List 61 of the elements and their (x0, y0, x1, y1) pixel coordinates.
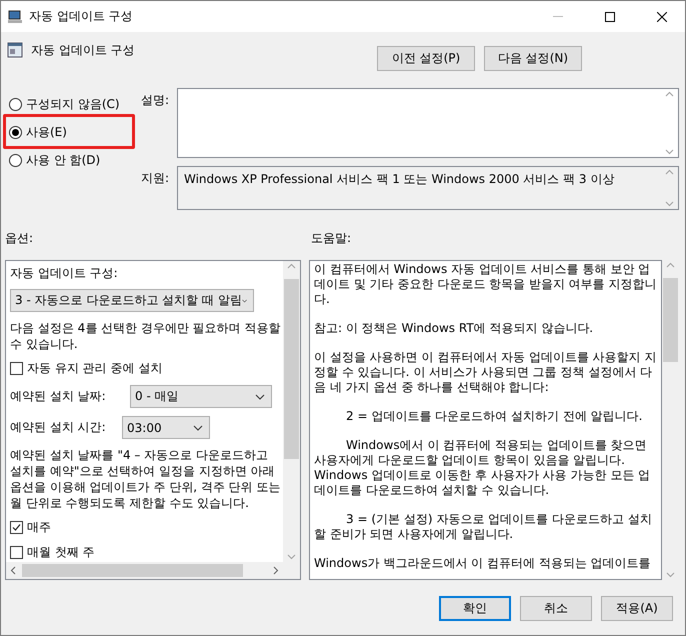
cancel-button[interactable]: 취소 (520, 596, 592, 621)
scroll-left-icon[interactable] (10, 566, 16, 575)
ok-button[interactable]: 확인 (439, 596, 511, 621)
help-paragraph: 이 설정을 사용하면 이 컴퓨터에서 자동 업데이트를 사용할지 지정할 수 있습니다. 이 서비스가 사용되면 그룹 정책 설정에서 다음 네 가지 옵션 중 하나를 선택해야 합니다: (314, 350, 657, 395)
section-label: 옵션: (5, 230, 34, 247)
settings-window-icon (7, 42, 23, 58)
schedule-dropdown[interactable]: 0 - 매일 (130, 385, 272, 408)
field-label: 설명: (141, 92, 170, 109)
radio-button[interactable] (9, 98, 22, 110)
vertical-scrollbar[interactable] (283, 261, 300, 562)
field-label: 지원: (141, 170, 170, 187)
scroll-down-icon[interactable] (665, 149, 674, 155)
help-paragraph: Windows에서 이 컴퓨터에 적용되는 업데이트를 찾으면 사용자에게 다운로드할 업데이트 항목이 있음을 알립니다. Windows 업데이트로 이동한 후 사용자가 사용 가능한 모든 업데이트를 다운로드하여 설치할 수 있습니다. (314, 438, 652, 498)
help-paragraph: 참고: 이 정책은 Windows RT에 적용되지 않습니다. (314, 321, 594, 336)
checkbox[interactable] (10, 546, 23, 559)
caret-icon (242, 298, 247, 304)
scroll-thumb[interactable] (22, 564, 243, 577)
computer-icon (7, 8, 23, 24)
maximize-icon[interactable] (605, 12, 615, 22)
radio-button[interactable] (9, 154, 22, 166)
help-paragraph: 3 = (기본 설정) 자동으로 업데이트를 다운로드하고 설치할 준비가 되면 사용자에게 알립니다. (314, 512, 653, 542)
scroll-up-icon[interactable] (666, 262, 675, 268)
checkbox-label: 매주 (27, 519, 51, 536)
radio-button[interactable] (9, 126, 22, 138)
section-label: 도움말: (311, 230, 352, 247)
option-label: 자동 업데이트 구성: (10, 265, 119, 281)
option-description: 다음 설정은 4를 선택한 경우에만 필요하며 적용할 수 있습니다. (10, 320, 281, 352)
scroll-up-icon[interactable] (665, 169, 674, 175)
caret-icon (193, 424, 203, 430)
checkbox[interactable] (10, 521, 23, 534)
radio-label: 사용 안 함(D) (26, 152, 100, 168)
checkbox-label: 자동 유지 관리 중에 설치 (27, 360, 162, 377)
close-icon[interactable] (657, 12, 667, 22)
window-title: 자동 업데이트 구성 (29, 8, 134, 25)
scroll-thumb[interactable] (663, 278, 678, 362)
apply-button[interactable]: 적용(A) (601, 596, 673, 621)
radio-label: 구성되지 않음(C) (26, 96, 120, 112)
help-paragraph: 2 = 업데이트를 다운로드하여 설치하기 전에 알립니다. (345, 409, 644, 424)
next-setting-button[interactable]: 다음 설정(N) (484, 46, 582, 71)
checkbox[interactable] (10, 362, 23, 375)
policy-title: 자동 업데이트 구성 (31, 42, 135, 59)
scroll-down-icon[interactable] (666, 572, 675, 578)
update-mode-dropdown[interactable]: 3 - 자동으로 다운로드하고 설치할 때 알림 (10, 289, 254, 312)
scroll-down-icon[interactable] (287, 554, 296, 560)
checkbox-label: 매월 첫째 주 (27, 544, 95, 561)
option-label: 예약된 설치 날짜: (10, 388, 107, 405)
supported-text: Windows XP Professional 서비스 팩 1 또는 Windows 2000 서비스 팩 3 이상 (183, 171, 616, 188)
scroll-thumb[interactable] (284, 279, 299, 459)
caret-icon (255, 394, 265, 400)
comment-field[interactable] (177, 88, 679, 158)
help-paragraph: Windows가 백그라운드에서 이 컴퓨터에 적용되는 업데이트를 (314, 556, 652, 571)
schedule-dropdown[interactable]: 03:00 (122, 416, 210, 439)
option-description: 예약된 설치 날짜를 "4 – 자동으로 다운로드하고 설치를 예약"으로 선택하여 일정을 지정하면 아래 옵션을 이용해 업데이트가 주 단위, 격주 단위 또는 월 단위로 수행되도록 제한할 수도 있습니다. (10, 447, 281, 511)
help-paragraph: 이 컴퓨터에서 Windows 자동 업데이트 서비스를 통해 보안 업데이트 및 기타 중요한 다운로드 항목을 받을지 여부를 지정합니다. (314, 262, 657, 307)
previous-setting-button[interactable]: 이전 설정(P) (377, 46, 475, 71)
radio-label: 사용(E) (26, 124, 67, 140)
scroll-up-icon[interactable] (287, 263, 296, 269)
option-label: 예약된 설치 시간: (10, 419, 107, 436)
scroll-up-icon[interactable] (665, 91, 674, 97)
scroll-down-icon[interactable] (665, 201, 674, 207)
scroll-right-icon[interactable] (273, 566, 279, 575)
